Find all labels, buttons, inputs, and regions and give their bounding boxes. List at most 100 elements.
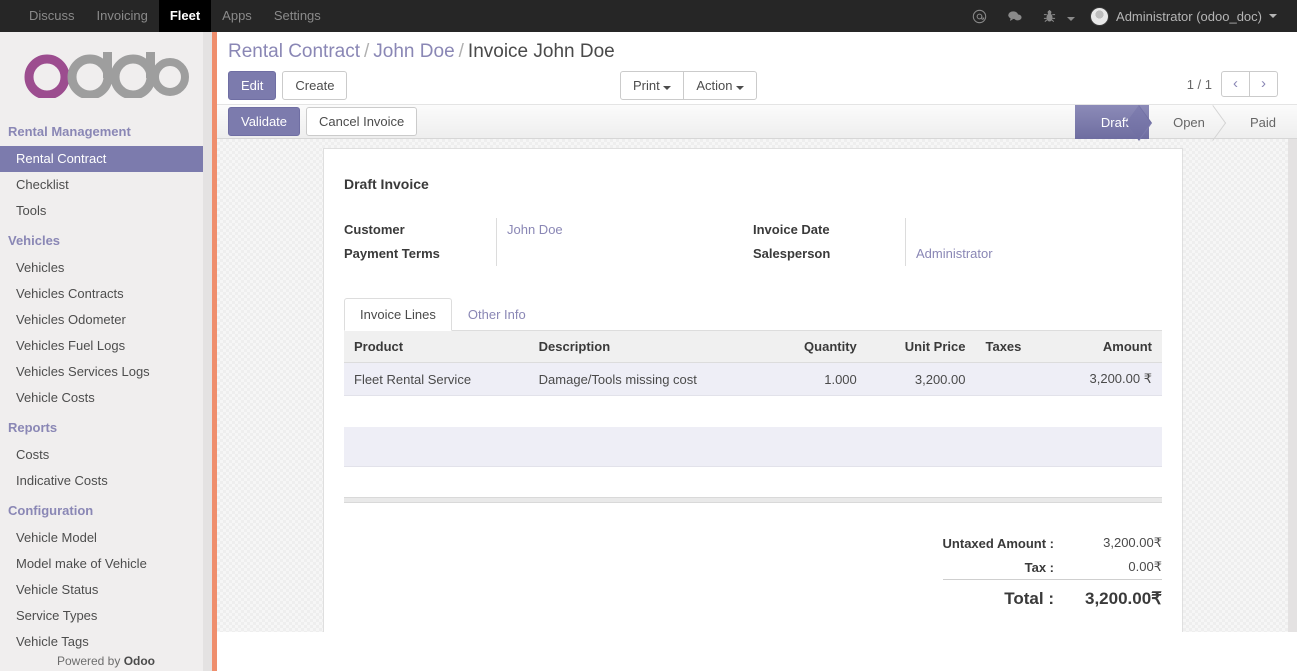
breadcrumb-item-john-doe[interactable]: John Doe bbox=[373, 41, 454, 62]
cell-description[interactable]: Damage/Tools missing cost bbox=[528, 362, 769, 396]
field-row-payment-terms: Payment Terms bbox=[344, 242, 753, 266]
sidebar-item-vehicles-contracts[interactable]: Vehicles Contracts bbox=[0, 281, 212, 307]
powered-by-label: Powered by bbox=[56, 654, 124, 668]
tax-value: 0.00₹ bbox=[1128, 559, 1162, 574]
sidebar-item-vehicle-tags[interactable]: Vehicle Tags bbox=[0, 629, 212, 655]
sidebar-item-checklist[interactable]: Checklist bbox=[0, 172, 212, 198]
breadcrumb-item-current: Invoice John Doe bbox=[467, 41, 615, 62]
sidebar-item-vehicle-model[interactable]: Vehicle Model bbox=[0, 525, 212, 551]
user-menu[interactable]: Administrator (odoo_doc) bbox=[1086, 4, 1283, 29]
menu-item-discuss[interactable]: Discuss bbox=[18, 0, 86, 32]
menu-item-invoicing[interactable]: Invoicing bbox=[86, 0, 159, 32]
untaxed-amount-label: Untaxed Amount : bbox=[942, 535, 1054, 551]
dropdown-button-group: Print Action bbox=[620, 71, 758, 100]
status-stage-paid[interactable]: Paid bbox=[1223, 105, 1297, 139]
debug-menu-caret-icon[interactable] bbox=[1067, 4, 1084, 29]
cancel-invoice-button[interactable]: Cancel Invoice bbox=[306, 107, 418, 136]
action-dropdown-button[interactable]: Action bbox=[683, 71, 758, 100]
sidebar-section-rental-management: Rental Management bbox=[8, 124, 131, 139]
cell-product[interactable]: Fleet Rental Service bbox=[344, 362, 529, 396]
table-row[interactable]: Fleet Rental Service Damage/Tools missin… bbox=[344, 362, 1162, 396]
sidebar-item-indicative-costs[interactable]: Indicative Costs bbox=[0, 468, 212, 494]
sidebar-item-vehicles[interactable]: Vehicles bbox=[0, 255, 212, 281]
content-scrollbar[interactable] bbox=[1288, 139, 1297, 632]
pager-buttons: ‹ › bbox=[1221, 71, 1278, 97]
sidebar-item-costs[interactable]: Costs bbox=[0, 442, 212, 468]
create-button[interactable]: Create bbox=[282, 71, 348, 100]
odoo-logo[interactable] bbox=[0, 32, 212, 115]
form-toolbar: Edit Create Print Action 1 / 1 ‹ › bbox=[217, 64, 1297, 104]
edit-button[interactable]: Edit bbox=[228, 71, 277, 100]
sidebar-item-vehicles-services-logs[interactable]: Vehicles Services Logs bbox=[0, 359, 212, 385]
column-header-amount[interactable]: Amount bbox=[1050, 331, 1162, 363]
payment-terms-value[interactable] bbox=[496, 242, 753, 266]
breadcrumb-item-rental-contract[interactable]: Rental Contract bbox=[228, 41, 360, 62]
sidebar-scrollbar[interactable] bbox=[203, 32, 212, 671]
pager-next-button[interactable]: › bbox=[1250, 71, 1278, 97]
cell-quantity[interactable]: 1.000 bbox=[768, 362, 867, 396]
user-name-label: Administrator (odoo_doc) bbox=[1116, 8, 1262, 24]
sidebar-section-reports: Reports bbox=[8, 420, 58, 435]
menu-item-settings[interactable]: Settings bbox=[263, 0, 332, 32]
record-pager: 1 / 1 ‹ › bbox=[1187, 71, 1278, 97]
page-title: Draft Invoice bbox=[344, 176, 429, 192]
mention-icon[interactable] bbox=[963, 5, 996, 28]
totals-row-untaxed: Untaxed Amount : 3,200.00₹ bbox=[943, 531, 1162, 555]
form-group-left: Customer John Doe Payment Terms bbox=[344, 218, 753, 266]
cell-amount[interactable]: 3,200.00 ₹ bbox=[1050, 362, 1162, 396]
status-stage-open[interactable]: Open bbox=[1149, 105, 1223, 139]
form-notebook-tabs: Invoice Lines Other Info bbox=[344, 298, 1162, 331]
sidebar-item-tools[interactable]: Tools bbox=[0, 198, 212, 224]
sidebar-item-model-make-of-vehicle[interactable]: Model make of Vehicle bbox=[0, 551, 212, 577]
chevron-down-icon bbox=[1269, 14, 1277, 18]
cell-taxes[interactable] bbox=[975, 362, 1051, 396]
customer-label: Customer bbox=[344, 222, 405, 237]
action-label: Action bbox=[696, 78, 733, 93]
totals-table: Untaxed Amount : 3,200.00₹ Tax : 0.00₹ T… bbox=[942, 531, 1162, 613]
pager-count-label: 1 / 1 bbox=[1186, 76, 1212, 92]
menu-item-fleet[interactable]: Fleet bbox=[158, 0, 212, 32]
tab-invoice-lines[interactable]: Invoice Lines bbox=[344, 298, 452, 331]
column-header-quantity[interactable]: Quantity bbox=[768, 331, 867, 363]
totals-row-total: Total : 3,200.00₹ bbox=[942, 579, 1162, 613]
form-group-right: Invoice Date Salesperson Administrator bbox=[753, 218, 1162, 266]
debug-bug-icon[interactable] bbox=[1034, 5, 1065, 28]
cell-unit-price[interactable]: 3,200.00 bbox=[866, 362, 976, 396]
status-stage-draft[interactable]: Draft bbox=[1075, 105, 1149, 139]
column-header-description[interactable]: Description bbox=[528, 331, 769, 363]
field-row-salesperson: Salesperson Administrator bbox=[753, 242, 1162, 266]
sidebar-item-service-types[interactable]: Service Types bbox=[0, 603, 212, 629]
field-row-customer: Customer John Doe bbox=[344, 218, 753, 242]
validate-button[interactable]: Validate bbox=[228, 107, 301, 136]
sidebar-item-vehicles-fuel-logs[interactable]: Vehicles Fuel Logs bbox=[0, 333, 212, 359]
invoice-date-value[interactable] bbox=[905, 218, 1162, 242]
customer-value[interactable]: John Doe bbox=[496, 218, 753, 242]
table-header: Product Description Quantity Unit Price … bbox=[344, 331, 1162, 363]
totals-row-tax: Tax : 0.00₹ bbox=[943, 555, 1162, 580]
print-dropdown-button[interactable]: Print bbox=[620, 71, 685, 100]
breadcrumb-separator: / bbox=[458, 41, 464, 62]
chat-bubble-icon[interactable] bbox=[998, 5, 1032, 28]
sidebar-section-vehicles: Vehicles bbox=[8, 233, 61, 248]
table-body: Fleet Rental Service Damage/Tools missin… bbox=[344, 362, 1162, 467]
sidebar-item-rental-contract[interactable]: Rental Contract bbox=[0, 146, 212, 172]
pager-previous-button[interactable]: ‹ bbox=[1221, 71, 1250, 97]
total-value: 3,200.00₹ bbox=[1070, 579, 1162, 613]
salesperson-value[interactable]: Administrator bbox=[905, 242, 1162, 266]
form-sheet-area: Draft Invoice Customer John Doe Payment … bbox=[217, 139, 1297, 632]
sidebar-item-vehicle-costs[interactable]: Vehicle Costs bbox=[0, 385, 212, 411]
sidebar-item-vehicles-odometer[interactable]: Vehicles Odometer bbox=[0, 307, 212, 333]
status-pipeline: Draft Open Paid bbox=[1075, 105, 1297, 139]
column-header-unit-price[interactable]: Unit Price bbox=[866, 331, 976, 363]
column-header-product[interactable]: Product bbox=[344, 331, 529, 363]
breadcrumb: Rental Contract / John Doe / Invoice John Do… bbox=[217, 32, 1297, 64]
table-empty-row[interactable] bbox=[344, 427, 1162, 467]
column-header-taxes[interactable]: Taxes bbox=[975, 331, 1051, 363]
powered-by-odoo: Powered by Odoo bbox=[0, 654, 212, 668]
sidebar-item-vehicle-status[interactable]: Vehicle Status bbox=[0, 577, 212, 603]
menu-item-apps[interactable]: Apps bbox=[211, 0, 263, 32]
invoice-lines-table: Product Description Quantity Unit Price … bbox=[344, 331, 1162, 467]
table-spacer-row bbox=[344, 395, 1162, 427]
app-menu: Discuss Invoicing Fleet Apps Settings bbox=[18, 0, 332, 32]
tab-other-info[interactable]: Other Info bbox=[452, 298, 542, 331]
